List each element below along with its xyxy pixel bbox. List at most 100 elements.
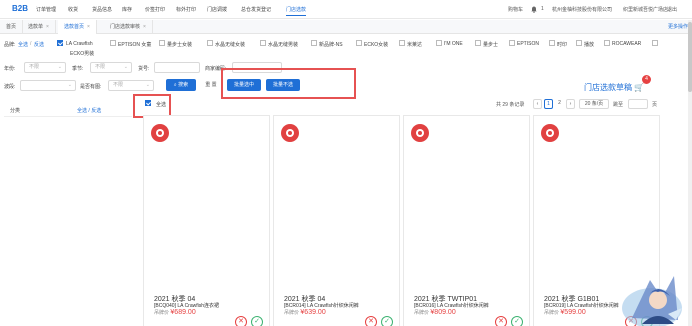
brand-checkbox[interactable] xyxy=(475,40,481,46)
pager-goto-input[interactable] xyxy=(628,99,648,109)
store-draft-cart-link[interactable]: 门店选款草稿 🛒 xyxy=(584,82,644,93)
tab-selection-review[interactable]: 门店选款审核 × xyxy=(104,20,153,34)
nav-orders[interactable]: 订单管理 xyxy=(36,6,56,13)
brand-name: 时印 xyxy=(557,42,568,48)
category-actions: 全选 / 反选 xyxy=(77,108,102,114)
page-scrollbar-thumb[interactable] xyxy=(688,22,692,92)
select-dot-icon[interactable] xyxy=(411,124,429,142)
pager-next[interactable]: › xyxy=(566,99,575,109)
season-select[interactable]: 不限 ⌄ xyxy=(90,62,132,73)
wave-label: 波段: xyxy=(4,84,16,90)
product-card[interactable]: 2021 秋季 04 [BCQ040] LA Crawfish连衣裙 吊牌价 ¥… xyxy=(143,115,270,326)
brand-invert[interactable]: 反选 xyxy=(34,41,44,48)
brand-name: 水晶无缝女装 xyxy=(215,42,246,48)
select-dot-icon[interactable] xyxy=(281,124,299,142)
top-nav: B2B 订单管理 收货 货品信息 库存 价签打印 标外打印 门店调拨 总仓发货登… xyxy=(0,0,692,19)
pager-page-2[interactable]: 2 xyxy=(555,99,564,109)
cart-link[interactable]: 购物车 xyxy=(508,6,523,13)
brand-select-all[interactable]: 全选 xyxy=(18,41,28,48)
pager-goto-label: 跳至 xyxy=(613,102,624,108)
brand-checkbox[interactable] xyxy=(509,40,515,46)
brand-checkbox[interactable] xyxy=(399,40,405,46)
pager-size-select[interactable]: 20 条/页 xyxy=(579,99,609,109)
logout-link[interactable]: 退出 xyxy=(667,6,677,13)
product-desc: [BCR014] LA Crawfish针织休闲裤 xyxy=(284,303,359,309)
store-name[interactable]: 织里新城吾悦广场店 xyxy=(623,6,668,13)
product-price: 吊牌价 ¥809.00 xyxy=(414,309,456,316)
tab-selection-order[interactable]: 选款单 × xyxy=(22,20,56,34)
season-label: 季节: xyxy=(72,66,84,72)
nav-goods-info[interactable]: 货品信息 xyxy=(92,6,112,13)
brand-checkbox-la-crawfish[interactable] xyxy=(57,40,63,46)
pager-page-1[interactable]: 1 xyxy=(544,99,553,109)
brand-checkbox[interactable] xyxy=(576,40,582,46)
product-card[interactable]: 2021 秋季 TWTIP01 [BCR016] LA Crawfish针织休闲… xyxy=(403,115,530,326)
brand-name: EPTISON 女童 xyxy=(118,42,152,48)
brand-name: ROCAWEAR xyxy=(612,41,642,47)
has-image-label: 是否有图: xyxy=(80,84,102,90)
accept-icon[interactable]: ✓ xyxy=(511,316,523,326)
tab-home[interactable]: 首页 xyxy=(0,20,24,34)
brand-checkbox[interactable] xyxy=(311,40,317,46)
accept-icon[interactable]: ✓ xyxy=(251,316,263,326)
reject-icon[interactable]: ✕ xyxy=(495,316,507,326)
brand-checkbox-eptison-girls[interactable] xyxy=(110,40,116,46)
cart-count-badge: 4 xyxy=(642,75,651,84)
brand-name: 量步士女装 xyxy=(167,42,193,48)
accept-icon[interactable]: ✓ xyxy=(381,316,393,326)
product-card[interactable]: 2021 秋季 04 [BCR014] LA Crawfish针织休闲裤 吊牌价… xyxy=(273,115,400,326)
nav-label-print[interactable]: 标外打印 xyxy=(176,6,196,13)
brand-name: 量步士 xyxy=(483,42,499,48)
search-button[interactable]: ⌕ 搜索 xyxy=(166,79,196,91)
brand-label: 品牌: xyxy=(4,42,16,48)
nav-warehouse-shipping[interactable]: 总仓发货登记 xyxy=(241,6,271,13)
product-desc: [BCR019] LA Crawfish针织休闲裤 xyxy=(544,303,619,309)
company-name: 杭州金柚科技股份有限公司 xyxy=(552,7,613,13)
nav-store-transfer[interactable]: 门店调拨 xyxy=(207,6,227,13)
reject-icon[interactable]: ✕ xyxy=(365,316,377,326)
brand-checkbox[interactable] xyxy=(159,40,165,46)
select-all-checkbox[interactable] xyxy=(145,100,151,106)
product-price: 吊牌价 ¥599.00 xyxy=(544,309,586,316)
brand-checkbox[interactable] xyxy=(549,40,555,46)
chevron-down-icon: ⌄ xyxy=(145,82,150,88)
tab-selection-home[interactable]: 选款首页 × xyxy=(58,20,97,34)
has-image-select[interactable]: 不限 ⌄ xyxy=(108,80,154,91)
brand-checkbox[interactable] xyxy=(436,40,442,46)
notification-count: 1 xyxy=(541,6,544,12)
brand-name: LA Crawfish xyxy=(66,41,93,47)
bell-icon[interactable] xyxy=(531,6,537,15)
wave-select[interactable]: ⌄ xyxy=(20,80,76,91)
category-sidebar: 分类 全选 / 反选 xyxy=(4,99,132,117)
nav-price-tag-print[interactable]: 价签打印 xyxy=(145,6,165,13)
chevron-down-icon: ⌄ xyxy=(67,82,72,88)
pager-prev[interactable]: ‹ xyxy=(533,99,542,109)
nav-store-selection[interactable]: 门店选款 xyxy=(286,6,307,16)
chevron-down-icon: ⌄ xyxy=(57,64,62,70)
sku-input[interactable] xyxy=(154,62,200,73)
nav-receiving[interactable]: 收货 xyxy=(68,6,78,13)
app-logo: B2B xyxy=(12,4,29,13)
more-actions-link[interactable]: 更多操作 xyxy=(668,20,688,34)
assistant-avatar[interactable] xyxy=(612,268,690,326)
brand-name: 米莱达 xyxy=(407,42,423,48)
category-invert[interactable]: 反选 xyxy=(91,108,101,114)
year-select[interactable]: 不限 ⌄ xyxy=(24,62,66,73)
pager-page-unit: 页 xyxy=(652,102,658,108)
reject-icon[interactable]: ✕ xyxy=(235,316,247,326)
brand-checkbox[interactable] xyxy=(356,40,362,46)
category-select-all[interactable]: 全选 xyxy=(77,108,87,114)
brand-checkbox[interactable] xyxy=(604,40,610,46)
brand-checkbox[interactable] xyxy=(260,40,266,46)
nav-stock[interactable]: 库存 xyxy=(122,6,132,13)
select-dot-icon[interactable] xyxy=(541,124,559,142)
brand-checkbox[interactable] xyxy=(652,40,658,46)
tab-close-icon[interactable]: × xyxy=(143,24,146,30)
tab-close-icon[interactable]: × xyxy=(87,24,90,30)
tab-close-icon[interactable]: × xyxy=(46,24,49,30)
brand-checkbox[interactable] xyxy=(207,40,213,46)
category-title: 分类 xyxy=(10,108,21,114)
reset-button[interactable]: 重 置 xyxy=(200,79,222,91)
pager-total: 共 29 条记录 xyxy=(496,102,525,108)
select-dot-icon[interactable] xyxy=(151,124,169,142)
